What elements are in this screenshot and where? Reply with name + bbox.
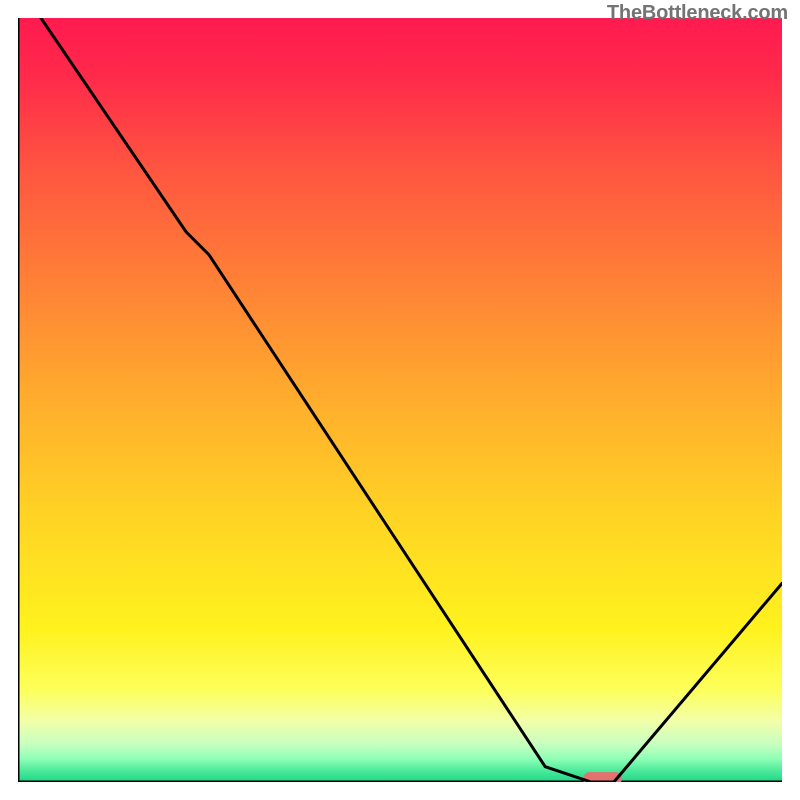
bottleneck-curve [41, 18, 782, 782]
chart-overlay [18, 18, 782, 782]
watermark-label: TheBottleneck.com [607, 2, 788, 25]
plot-area [18, 18, 782, 782]
bottleneck-chart: TheBottleneck.com [0, 0, 800, 800]
